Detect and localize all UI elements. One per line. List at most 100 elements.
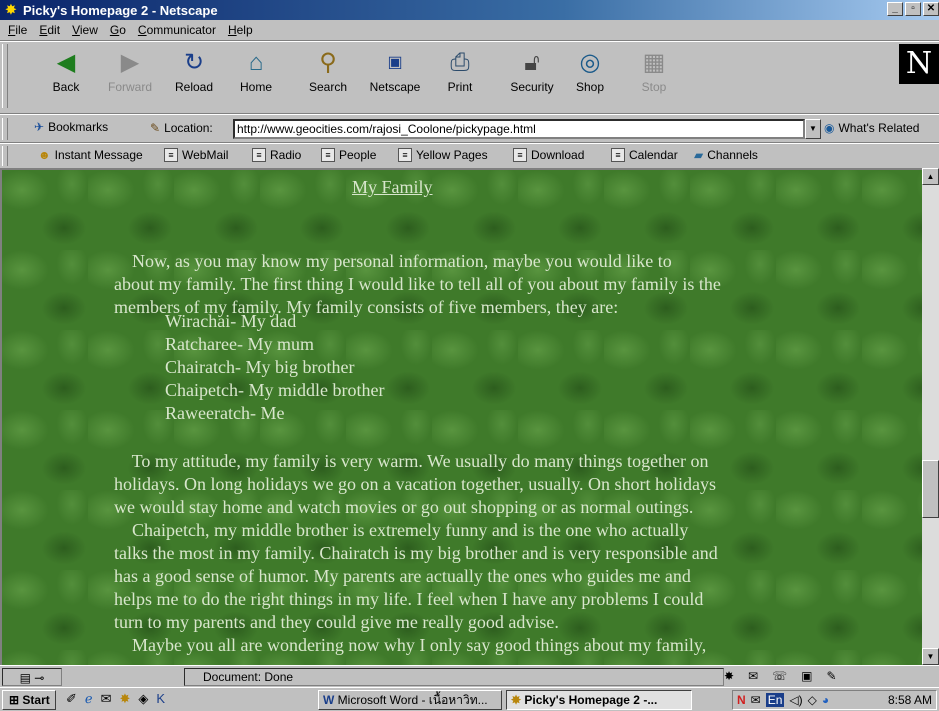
menu-edit[interactable]: Edit: [33, 23, 66, 37]
media-icon[interactable]: ◈: [138, 691, 148, 707]
menu-file[interactable]: File: [2, 23, 33, 37]
text-line: has a good sense of humor. My parents ar…: [114, 566, 691, 586]
app-icon[interactable]: K: [156, 691, 165, 707]
shop-icon: ◎: [579, 49, 601, 76]
text-line: about my family. The first thing I would…: [114, 274, 721, 294]
volume-icon[interactable]: ◁): [789, 693, 802, 707]
show-desktop-icon[interactable]: ✐: [66, 691, 77, 707]
toolbar-grip[interactable]: [2, 44, 8, 108]
calendar-link[interactable]: ≡ Calendar: [611, 148, 678, 162]
close-button[interactable]: ✕: [923, 2, 939, 16]
people-link[interactable]: ≡ People: [321, 148, 376, 162]
aim-icon[interactable]: ✎: [826, 669, 836, 683]
window-titlebar[interactable]: ✸ Picky's Homepage 2 - Netscape _ ▫ ✕: [0, 0, 939, 20]
download-link[interactable]: ≡ Download: [513, 148, 584, 162]
netscape-logo[interactable]: N: [899, 44, 939, 84]
menu-help[interactable]: Help: [222, 23, 259, 37]
scroll-down-button[interactable]: ▼: [922, 648, 939, 665]
navigator-icon[interactable]: ✸: [724, 669, 734, 683]
text-line: helps me to do the right things in my li…: [114, 589, 704, 609]
bookmark-page-icon: ≡: [252, 148, 266, 162]
page-proxy-icon[interactable]: ✎: [150, 121, 160, 135]
channels-link[interactable]: ▰ Channels: [694, 148, 758, 162]
back-arrow-icon: ◀: [56, 49, 76, 76]
start-button[interactable]: ⊞ Start: [2, 690, 56, 710]
toolbar-grip[interactable]: [2, 118, 8, 140]
location-toolbar: ✈ Bookmarks ✎ Location: http://www.geoci…: [0, 116, 939, 142]
taskbar-item-netscape[interactable]: ✸ Picky's Homepage 2 -...: [506, 690, 692, 710]
text-line: we would stay home and watch movies or g…: [114, 497, 694, 517]
netscape-button[interactable]: ▣ Netscape: [365, 46, 425, 108]
bookmarks-button[interactable]: ✈ Bookmarks: [34, 120, 108, 134]
taskbar-item-word[interactable]: W Microsoft Word - เนื้อหาวิท...: [318, 690, 502, 710]
instant-message-link[interactable]: ☻ Instant Message: [38, 148, 143, 162]
location-label: ✎ Location:: [150, 121, 213, 135]
language-indicator[interactable]: En: [765, 693, 785, 707]
security-button[interactable]: 🔓︎ Security: [502, 46, 562, 108]
outlook-icon[interactable]: ✉: [101, 691, 112, 707]
system-tray: N ✉ En ◁) ◇ ◕ 8:58 AM: [732, 690, 937, 710]
internet-explorer-icon[interactable]: ℯ: [85, 691, 93, 707]
bookmarks-icon: ✈: [34, 120, 45, 134]
stop-button[interactable]: ▦ Stop: [624, 46, 684, 108]
shop-button[interactable]: ◎ Shop: [560, 46, 620, 108]
menu-communicator[interactable]: Communicator: [132, 23, 222, 37]
intro-paragraph: Now, as you may know my personal informa…: [114, 250, 834, 319]
yellow-pages-link[interactable]: ≡ Yellow Pages: [398, 148, 488, 162]
bookmark-page-icon: ≡: [398, 148, 412, 162]
messenger-icon[interactable]: ◕: [822, 693, 829, 707]
bookmark-page-icon: ≡: [611, 148, 625, 162]
text-line: To my attitude, my family is very warm. …: [114, 451, 709, 471]
menu-bar: File Edit View Go Communicator Help: [0, 20, 939, 40]
home-icon: ⌂: [248, 49, 264, 76]
print-icon: ⎙: [450, 49, 470, 76]
menu-view[interactable]: View: [66, 23, 104, 37]
body-paragraph: To my attitude, my family is very warm. …: [114, 450, 834, 657]
forward-button[interactable]: ▶ Forward: [100, 46, 160, 108]
clock: 8:58 AM: [887, 693, 932, 707]
text-line: Maybe you all are wondering now why I on…: [114, 635, 707, 655]
webmail-link[interactable]: ≡ WebMail: [164, 148, 228, 162]
scroll-up-button[interactable]: ▲: [922, 168, 939, 185]
search-icon: ⚲: [319, 49, 337, 76]
composer-icon[interactable]: ▣: [801, 669, 812, 683]
page-heading: My Family: [352, 177, 433, 197]
print-button[interactable]: ⎙ Print: [430, 46, 490, 108]
back-button[interactable]: ◀ Back: [36, 46, 96, 108]
list-item: Ratcharee- My mum: [165, 334, 314, 354]
netscape-icon[interactable]: ✸: [120, 691, 131, 707]
minimize-button[interactable]: _: [887, 2, 903, 16]
reload-button[interactable]: ↻ Reload: [164, 46, 224, 108]
divider: [0, 113, 939, 115]
forward-arrow-icon: ▶: [120, 49, 140, 76]
network-icon[interactable]: ◇: [808, 693, 817, 707]
maximize-button[interactable]: ▫: [905, 2, 921, 16]
list-item: Wirachai- My dad: [165, 311, 297, 331]
connection-status-icon[interactable]: ▤ ⊸: [2, 668, 62, 686]
menu-go[interactable]: Go: [104, 23, 132, 37]
radio-link[interactable]: ≡ Radio: [252, 148, 301, 162]
text-line: Now, as you may know my personal informa…: [114, 251, 672, 271]
bookmark-page-icon: ≡: [164, 148, 178, 162]
security-lock-icon: 🔓︎: [524, 49, 540, 76]
bookmark-page-icon: ≡: [513, 148, 527, 162]
word-icon: W: [323, 693, 335, 707]
home-button[interactable]: ⌂ Home: [226, 46, 286, 108]
mail-icon[interactable]: ✉: [748, 669, 758, 683]
whats-related-button[interactable]: ◉ What's Related: [824, 121, 919, 135]
discussions-icon[interactable]: ☏: [772, 669, 787, 683]
url-input[interactable]: http://www.geocities.com/rajosi_Coolone/…: [233, 119, 805, 139]
netscape-icon: ✸: [511, 693, 522, 707]
search-button[interactable]: ⚲ Search: [298, 46, 358, 108]
netscape-tray-icon[interactable]: N: [737, 693, 746, 707]
personal-toolbar: ☻ Instant Message ≡ WebMail ≡ Radio ≡ Pe…: [0, 144, 939, 168]
vertical-scrollbar[interactable]: ▲ ▼: [922, 168, 939, 665]
windows-logo-icon: ⊞: [9, 693, 20, 707]
url-dropdown-button[interactable]: ▼: [805, 119, 821, 139]
scroll-thumb[interactable]: [922, 460, 939, 518]
page-viewport[interactable]: My Family Now, as you may know my person…: [0, 168, 922, 665]
messenger-tray-icon[interactable]: ✉: [751, 693, 761, 707]
toolbar-grip[interactable]: [2, 146, 8, 166]
text-line: holidays. On long holidays we go on a va…: [114, 474, 717, 494]
list-item: Chairatch- My big brother: [165, 357, 355, 377]
